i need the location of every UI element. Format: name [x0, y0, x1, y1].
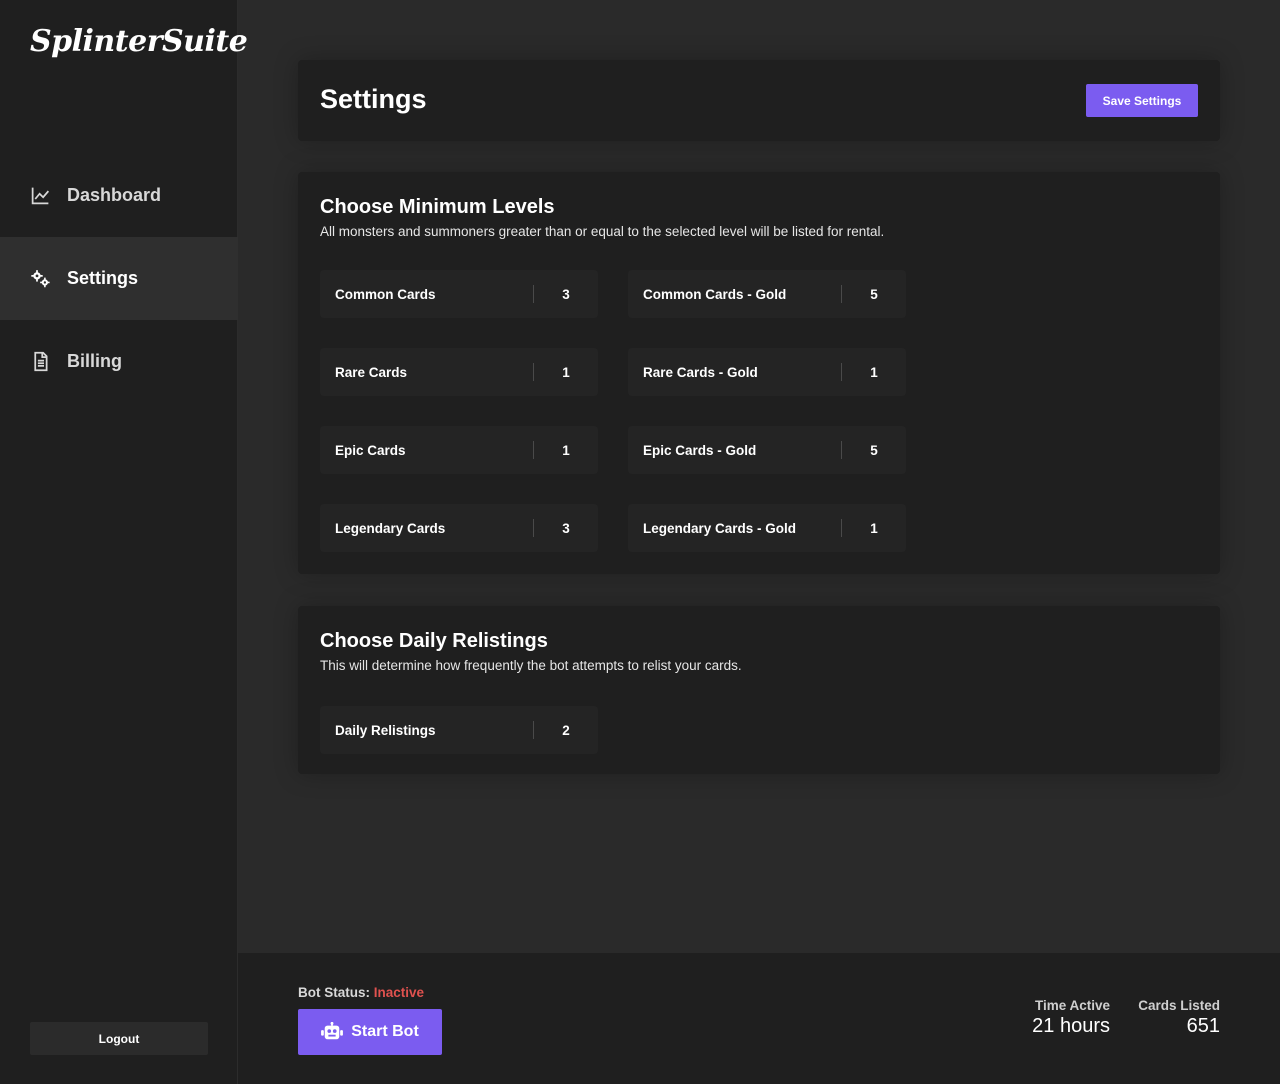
- stat-label: Time Active: [1034, 998, 1110, 1013]
- section-description: All monsters and summoners greater than …: [320, 224, 885, 239]
- level-select-rare[interactable]: Rare Cards 1: [320, 348, 598, 396]
- field-value: 1: [870, 520, 878, 536]
- minimum-levels-panel: Choose Minimum Levels All monsters and s…: [298, 172, 1220, 574]
- field-label: Legendary Cards: [335, 520, 446, 536]
- sidebar-item-dashboard[interactable]: Dashboard: [0, 154, 238, 237]
- bot-status-value: Inactive: [373, 985, 425, 1000]
- level-select-epic-gold[interactable]: Epic Cards - Gold 5: [628, 426, 906, 474]
- field-label: Rare Cards: [335, 364, 408, 380]
- bot-status: Bot Status: Inactive: [298, 985, 424, 1000]
- daily-relistings-panel: Choose Daily Relistings This will determ…: [298, 606, 1220, 774]
- start-bot-button[interactable]: Start Bot: [298, 1009, 442, 1055]
- field-value: 3: [562, 520, 570, 536]
- field-label: Epic Cards: [335, 442, 406, 458]
- sidebar-nav: Dashboard Settings Billing: [0, 154, 238, 403]
- section-title: Choose Minimum Levels: [320, 196, 555, 218]
- cards-listed-stat: Cards Listed 651: [1138, 998, 1220, 1038]
- sidebar: SplinterSuite Dashboard Settings Billing…: [0, 0, 248, 1084]
- gears-icon: [31, 270, 50, 288]
- field-label: Epic Cards - Gold: [643, 442, 757, 458]
- field-value: 5: [870, 442, 878, 458]
- field-label: Daily Relistings: [335, 722, 436, 738]
- bot-status-label: Bot Status:: [298, 985, 370, 1000]
- line-chart-icon: [31, 187, 50, 205]
- sidebar-item-billing[interactable]: Billing: [0, 320, 238, 403]
- level-select-legendary-gold[interactable]: Legendary Cards - Gold 1: [628, 504, 906, 552]
- section-description: This will determine how frequently the b…: [320, 658, 742, 673]
- logout-button[interactable]: Logout: [30, 1022, 208, 1055]
- field-value: 5: [870, 286, 878, 302]
- stat-value: 651: [1186, 1015, 1220, 1037]
- save-settings-button[interactable]: Save Settings: [1086, 84, 1198, 117]
- time-active-stat: Time Active 21 hours: [1032, 998, 1110, 1038]
- start-bot-label: Start Bot: [351, 1023, 419, 1040]
- level-select-common-gold[interactable]: Common Cards - Gold 5: [628, 270, 906, 318]
- stat-label: Cards Listed: [1138, 998, 1220, 1013]
- invoice-icon: [34, 351, 48, 372]
- field-label: Common Cards: [335, 286, 436, 302]
- field-value: 1: [870, 364, 878, 380]
- field-value: 1: [562, 364, 570, 380]
- sidebar-item-label: Settings: [67, 268, 139, 288]
- page-title: Settings: [320, 84, 427, 114]
- sidebar-item-label: Dashboard: [67, 185, 162, 205]
- level-select-rare-gold[interactable]: Rare Cards - Gold 1: [628, 348, 906, 396]
- robot-icon: [321, 1022, 344, 1040]
- field-value: 1: [562, 442, 570, 458]
- stat-value: 21 hours: [1032, 1015, 1110, 1037]
- level-select-legendary[interactable]: Legendary Cards 3: [320, 504, 598, 552]
- settings-header: Settings Save Settings: [298, 60, 1220, 141]
- section-title: Choose Daily Relistings: [320, 630, 548, 652]
- bot-status-bar: Bot Status: Inactive Start Bot Time Acti…: [238, 953, 1280, 1084]
- sidebar-item-settings[interactable]: Settings: [0, 237, 238, 320]
- level-select-common[interactable]: Common Cards 3: [320, 270, 598, 318]
- field-label: Legendary Cards - Gold: [643, 520, 797, 536]
- field-label: Rare Cards - Gold: [643, 364, 758, 380]
- field-label: Common Cards - Gold: [643, 286, 787, 302]
- daily-relistings-select[interactable]: Daily Relistings 2: [320, 706, 598, 754]
- field-value: 3: [562, 286, 570, 302]
- app-logo[interactable]: SplinterSuite: [30, 24, 248, 59]
- level-select-epic[interactable]: Epic Cards 1: [320, 426, 598, 474]
- main-content: Settings Save Settings Choose Minimum Le…: [238, 0, 1280, 953]
- sidebar-item-label: Billing: [67, 351, 122, 371]
- field-value: 2: [562, 722, 570, 738]
